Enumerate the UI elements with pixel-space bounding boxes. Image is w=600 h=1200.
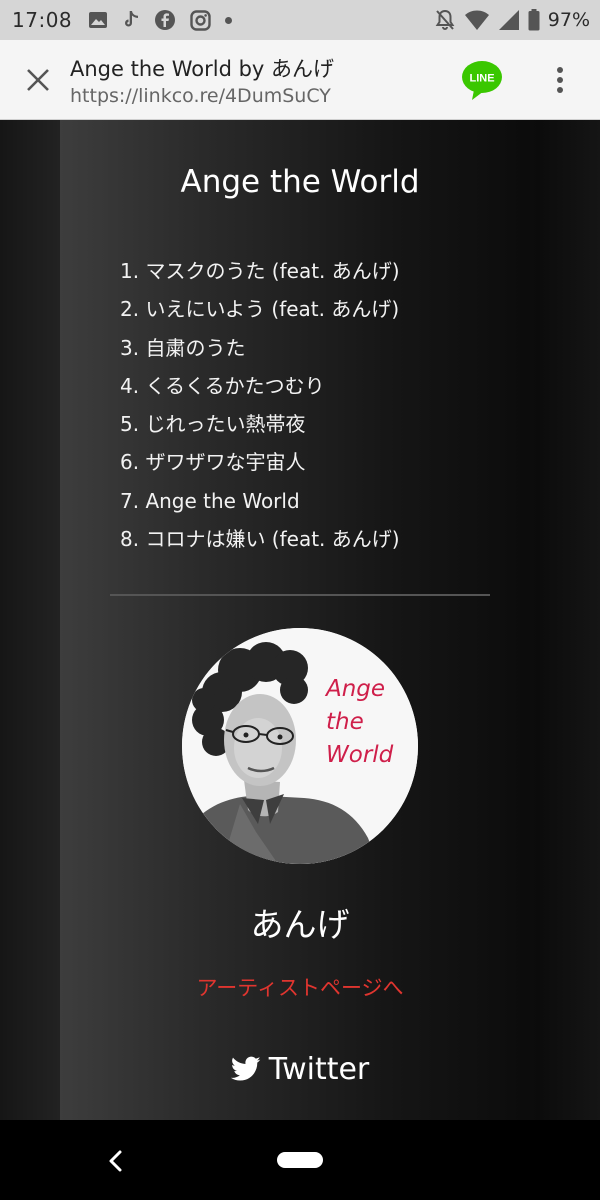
battery-icon [528, 9, 540, 31]
status-time: 17:08 [12, 8, 73, 32]
gallery-icon [89, 12, 107, 28]
track-item: 8. コロナは嫌い (feat. あんげ) [120, 527, 400, 552]
more-options-icon[interactable] [548, 62, 572, 98]
artist-avatar[interactable]: Ange the World [182, 628, 418, 864]
artist-page-link[interactable]: アーティストページへ [60, 972, 540, 1002]
twitter-label: Twitter [268, 1052, 370, 1087]
background-left [0, 120, 60, 1120]
album-title: Ange the World [180, 164, 420, 200]
tiktok-icon [125, 11, 138, 27]
mute-icon [435, 9, 455, 30]
track-item: 7. Ange the World [120, 488, 300, 513]
twitter-icon [230, 1056, 261, 1080]
home-button[interactable] [277, 1152, 323, 1168]
avatar-image: Ange the World [182, 628, 418, 864]
notification-icons [88, 9, 232, 31]
track-item: 4. くるくるかたつむり [120, 373, 325, 398]
dot-icon [225, 16, 232, 24]
avatar-text-line: the [326, 709, 364, 735]
back-icon[interactable] [100, 1146, 130, 1176]
line-icon: LINE [462, 61, 502, 100]
avatar-text-line: Ange [324, 676, 385, 702]
signal-icon [498, 10, 519, 30]
divider [110, 594, 490, 596]
background-right [540, 120, 600, 1120]
line-share-button[interactable]: LINE [460, 58, 504, 102]
close-icon[interactable] [20, 62, 56, 98]
facebook-icon [155, 10, 175, 30]
artist-name: あんげ [250, 905, 350, 944]
track-item: 5. じれったい熱帯夜 [120, 412, 306, 437]
page-content[interactable]: Ange the World 1. マスクのうた (feat. あんげ) 2. … [0, 120, 600, 1120]
avatar-text-line: World [326, 742, 394, 768]
instagram-icon [190, 9, 211, 31]
page-url[interactable]: https://linkco.re/4DumSuCY [70, 85, 331, 107]
system-icons: 97% [434, 7, 590, 33]
page-title: Ange the World by あんげ [70, 57, 335, 81]
track-item: 1. マスクのうた (feat. あんげ) [120, 259, 400, 283]
track-item: 3. 自粛のうた [120, 335, 246, 360]
twitter-link[interactable]: Twitter [60, 1050, 540, 1087]
custom-tab-toolbar: Ange the World by あんげ https://linkco.re/… [0, 40, 600, 120]
track-item: 2. いえにいよう (feat. あんげ) [120, 297, 400, 322]
line-icon-label: LINE [469, 73, 494, 85]
navigation-bar [0, 1120, 600, 1200]
track-list: 1. マスクのうた (feat. あんげ) 2. いえにいよう (feat. あ… [120, 252, 400, 558]
battery-percent: 97% [547, 9, 590, 31]
wifi-icon [464, 10, 489, 30]
release-panel: Ange the World 1. マスクのうた (feat. あんげ) 2. … [60, 120, 540, 1120]
track-item: 6. ザワザワな宇宙人 [120, 450, 306, 475]
status-bar: 17:08 97% [0, 0, 600, 40]
